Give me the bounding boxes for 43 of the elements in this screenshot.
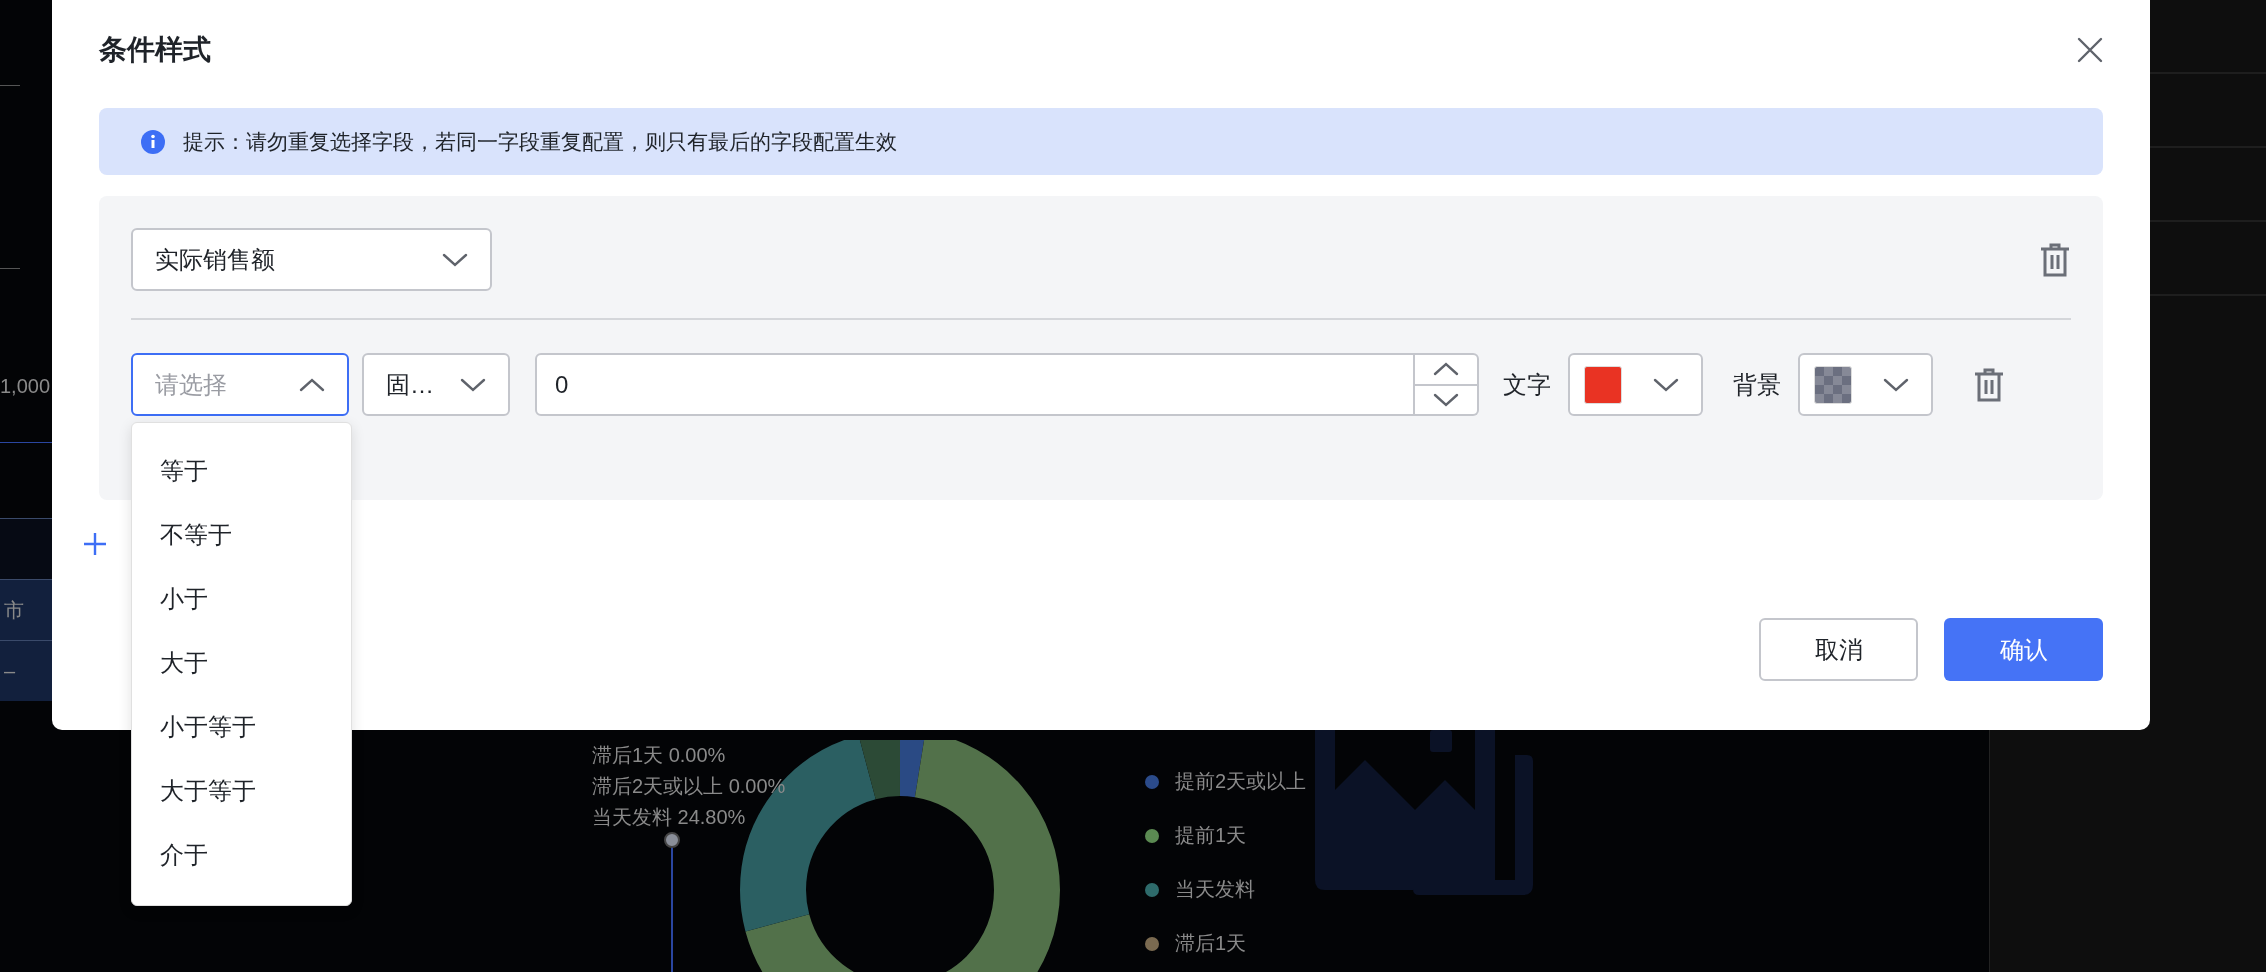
table-cell: 市 xyxy=(0,579,52,640)
menu-item[interactable]: 等于 xyxy=(132,439,351,503)
increment-button[interactable] xyxy=(1415,353,1479,385)
menu-item[interactable]: 大于等于 xyxy=(132,759,351,823)
menu-item[interactable]: 介于 xyxy=(132,823,351,887)
delete-button[interactable] xyxy=(1973,367,2005,402)
trash-icon xyxy=(1973,368,2005,401)
caret-up-icon xyxy=(1433,362,1459,377)
info-icon xyxy=(141,129,165,154)
axis-label: 1,000 xyxy=(0,375,52,398)
close-icon xyxy=(2077,37,2103,63)
legend-label: 滞后1天 xyxy=(1175,931,1247,956)
mode-select[interactable]: 固… xyxy=(362,353,510,416)
chart-label: 滞后1天 0.00% xyxy=(592,743,726,768)
legend-label: 提前1天 xyxy=(1175,823,1247,848)
field-label: 文字 xyxy=(1503,369,1551,400)
table-cell xyxy=(0,518,52,579)
background-color-select[interactable] xyxy=(1798,353,1933,416)
legend-label: 提前2天或以上 xyxy=(1175,769,1307,794)
table-cell: – xyxy=(0,640,52,701)
confirm-button[interactable]: 确认 xyxy=(1944,618,2103,681)
number-input[interactable]: 0 xyxy=(535,353,1415,416)
menu-item[interactable]: 不等于 xyxy=(132,503,351,567)
chart-label: 当天发料 24.80% xyxy=(592,805,746,830)
menu-item[interactable]: 小于等于 xyxy=(132,695,351,759)
menu-item[interactable]: 大于 xyxy=(132,631,351,695)
text-color-select[interactable] xyxy=(1568,353,1703,416)
plus-icon xyxy=(83,532,107,556)
trash-icon xyxy=(2039,243,2071,276)
decrement-button[interactable] xyxy=(1415,384,1479,416)
caret-down-icon xyxy=(1433,392,1459,407)
field-label: 背景 xyxy=(1733,369,1781,400)
menu-item[interactable]: 小于 xyxy=(132,567,351,631)
notice-text: 提示：请勿重复选择字段，若同一字段重复配置，则只有最后的字段配置生效 xyxy=(183,128,897,155)
close-button[interactable] xyxy=(2077,37,2103,63)
cancel-button[interactable]: 取消 xyxy=(1759,618,1918,681)
caret-down-icon xyxy=(1883,377,1909,392)
add-button[interactable] xyxy=(83,532,107,556)
dialog-title: 条件样式 xyxy=(99,33,211,67)
field-select[interactable]: 实际销售额 xyxy=(131,228,492,291)
caret-down-icon xyxy=(1653,377,1679,392)
delete-button[interactable] xyxy=(2039,242,2071,277)
legend-label: 当天发料 xyxy=(1175,877,1255,902)
